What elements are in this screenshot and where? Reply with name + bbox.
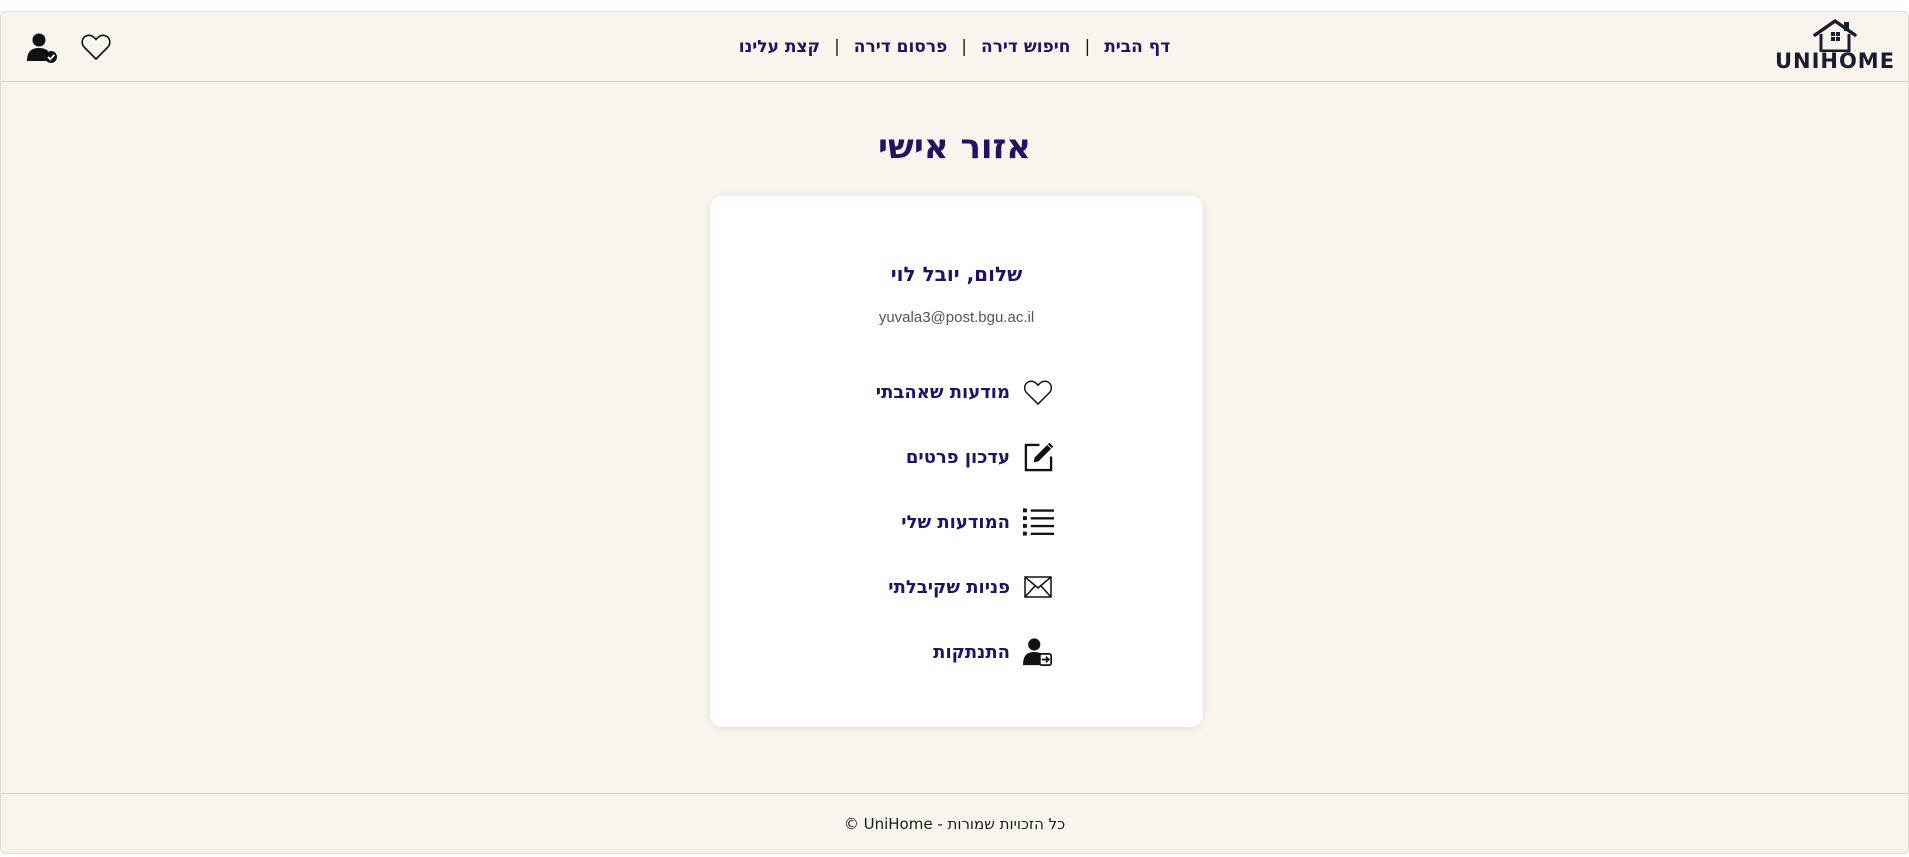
menu-item-label: התנתקות bbox=[933, 641, 1010, 663]
user-check-icon bbox=[27, 33, 57, 63]
envelope-icon bbox=[1022, 571, 1054, 603]
list-icon bbox=[1022, 506, 1054, 538]
account-button[interactable] bbox=[25, 30, 59, 64]
user-greeting: שלום, יובל לוי bbox=[890, 262, 1023, 286]
menu-item-label: מודעות שאהבתי bbox=[875, 381, 1010, 403]
nav-link-home[interactable]: דף הבית bbox=[1104, 37, 1170, 57]
nav-link-about[interactable]: קצת עלינו bbox=[739, 37, 820, 57]
copyright-text: © UniHome - כל הזכויות שמורות bbox=[843, 814, 1066, 833]
header-actions bbox=[25, 30, 113, 64]
user-email: yuvala3@post.bgu.ac.il bbox=[878, 309, 1035, 326]
nav-separator: | bbox=[1084, 37, 1091, 57]
profile-card: שלום, יובל לוי yuvala3@post.bgu.ac.il מו… bbox=[710, 196, 1203, 727]
nav-separator: | bbox=[834, 37, 840, 57]
logout-user-icon bbox=[1022, 636, 1054, 668]
app-frame: UNIHOME דף הבית | חיפוש דירה | פרסום דיר… bbox=[0, 11, 1909, 854]
heart-icon bbox=[81, 34, 111, 60]
menu-item-liked-listings[interactable]: מודעות שאהבתי bbox=[876, 374, 1054, 410]
edit-icon bbox=[1022, 441, 1054, 473]
nav-link-publish[interactable]: פרסום דירה bbox=[854, 37, 947, 57]
favorites-button[interactable] bbox=[79, 30, 113, 64]
menu-item-logout[interactable]: התנתקות bbox=[933, 634, 1054, 670]
menu-item-label: המודעות שלי bbox=[901, 511, 1010, 533]
menu-item-my-listings[interactable]: המודעות שלי bbox=[901, 504, 1054, 540]
site-footer: © UniHome - כל הזכויות שמורות bbox=[1, 793, 1908, 853]
heart-icon bbox=[1022, 376, 1054, 408]
page-title: אזור אישי bbox=[878, 127, 1031, 167]
menu-item-label: עדכון פרטים bbox=[905, 446, 1010, 468]
menu-item-label: פניות שקיבלתי bbox=[888, 576, 1010, 598]
menu-item-inquiries[interactable]: פניות שקיבלתי bbox=[888, 569, 1054, 605]
main-nav: דף הבית | חיפוש דירה | פרסום דירה | קצת … bbox=[1, 12, 1908, 82]
site-header: UNIHOME דף הבית | חיפוש דירה | פרסום דיר… bbox=[1, 12, 1908, 82]
nav-separator: | bbox=[961, 37, 968, 57]
menu-item-update-details[interactable]: עדכון פרטים bbox=[906, 439, 1054, 475]
nav-link-search[interactable]: חיפוש דירה bbox=[981, 37, 1070, 57]
